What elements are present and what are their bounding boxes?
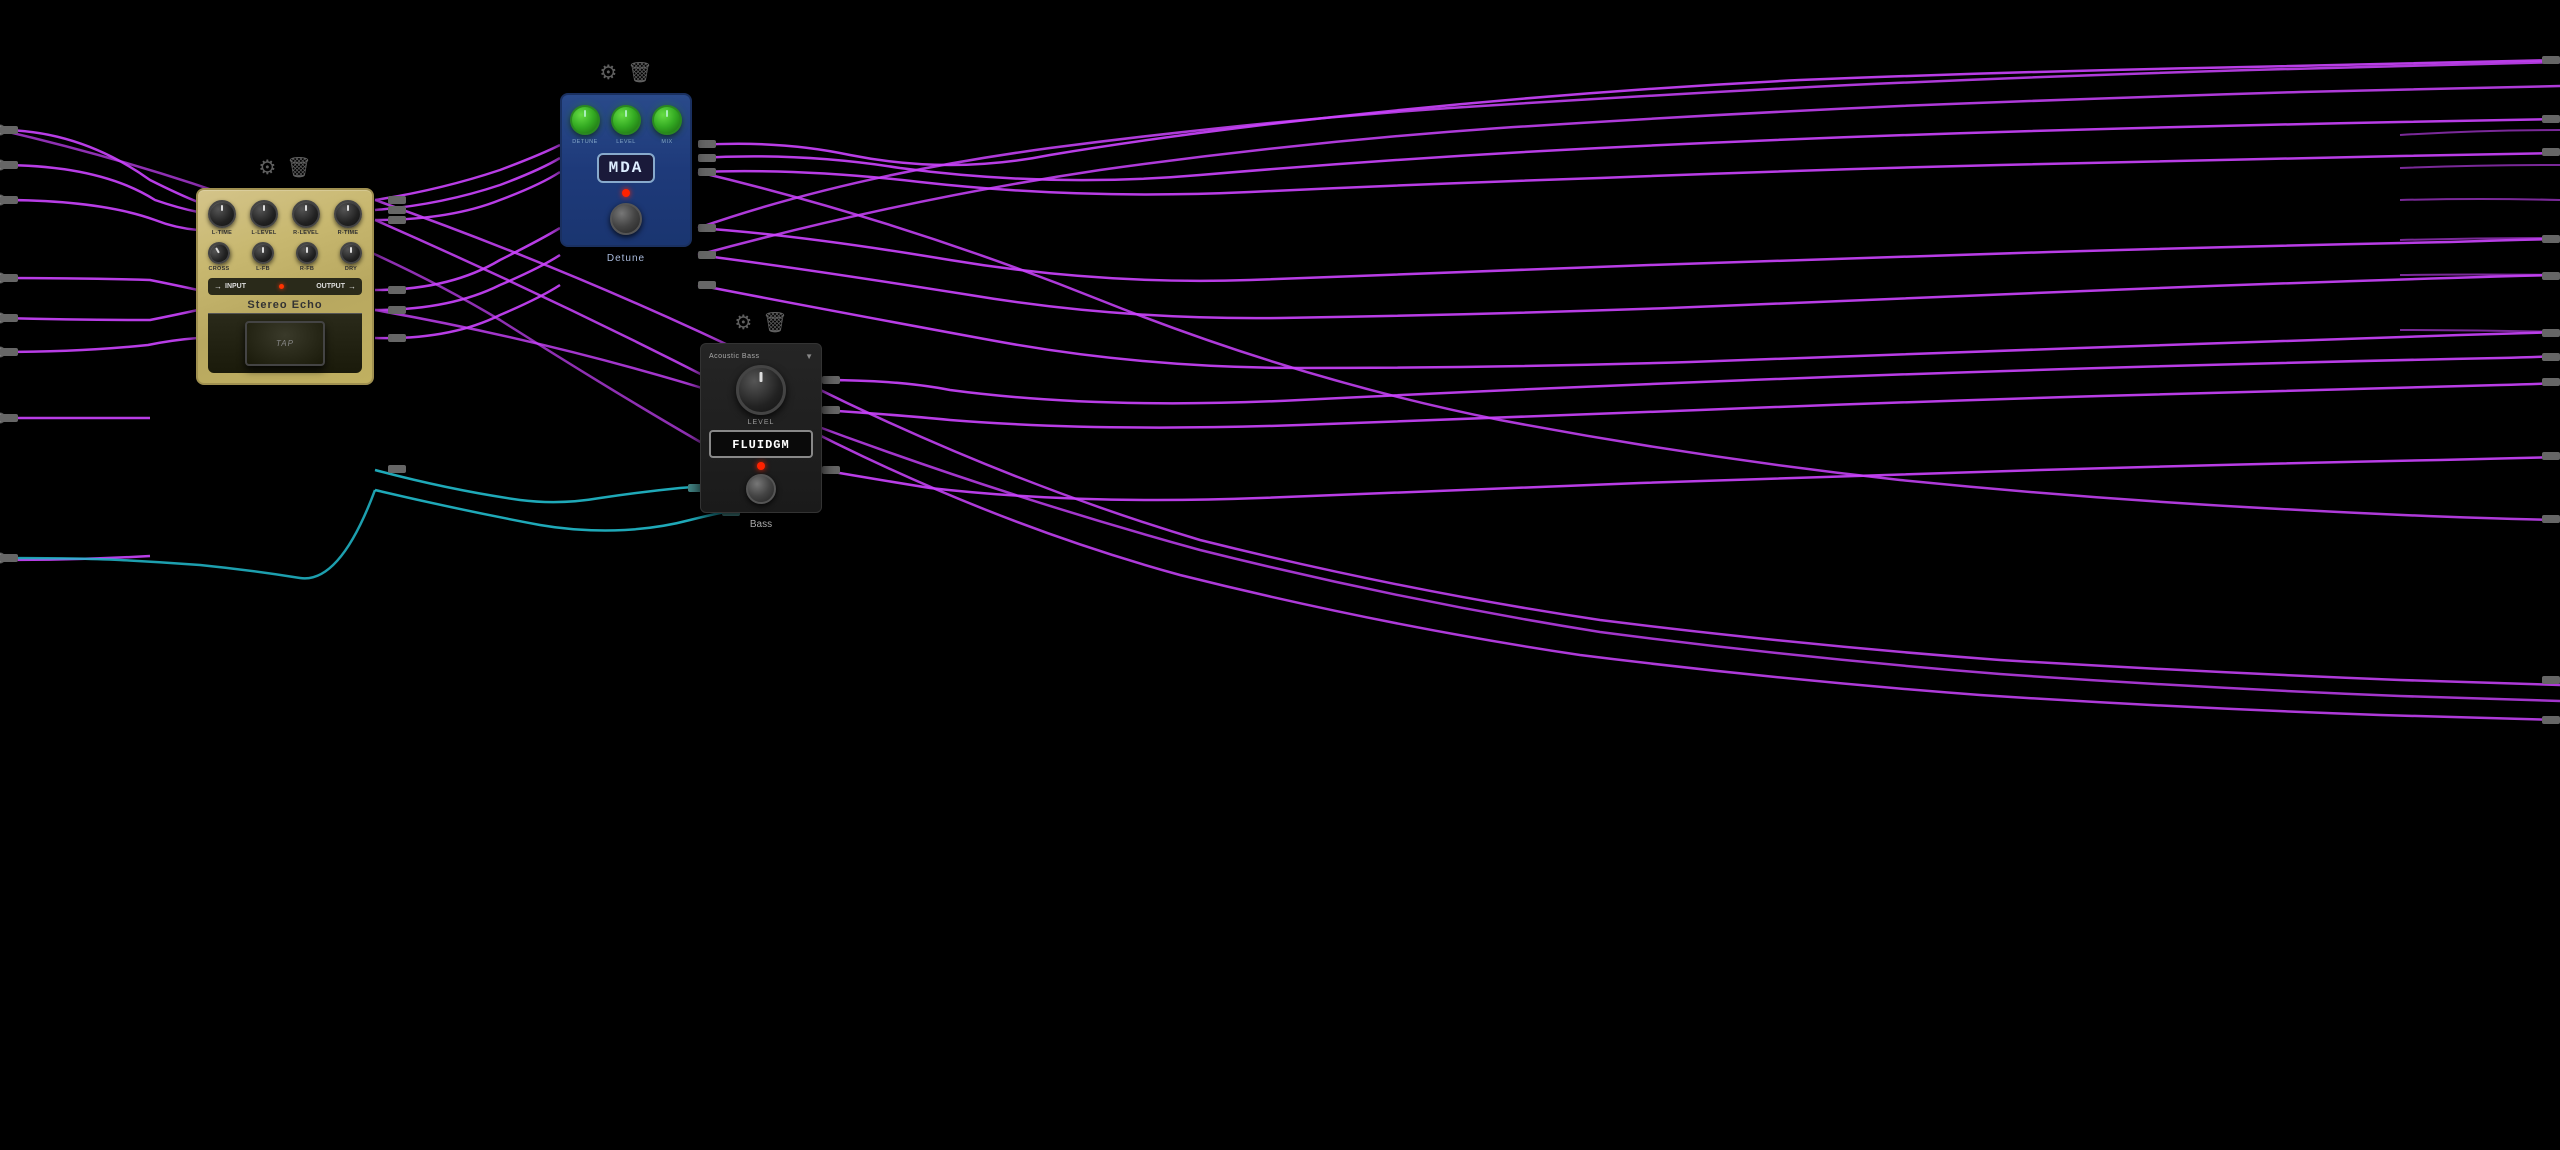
knob-cross[interactable]: [204, 238, 234, 268]
knob-group-l-time: L-TIME: [208, 200, 236, 236]
bass-level-label: LEVEL: [709, 419, 813, 426]
detune-settings-icon[interactable]: ⚙: [599, 60, 617, 85]
echo-led: [279, 284, 284, 289]
stereo-echo-bottom-knobs: CROSS L-FB R-FB DRY: [208, 242, 362, 272]
knob-r-level[interactable]: [292, 200, 320, 228]
echo-footswitch-area: TAP: [208, 313, 362, 373]
detune-body: DETUNE LEVEL MIX MDA: [560, 93, 692, 247]
stereo-echo-top-knobs: L-TIME L-LEVEL R-LEVEL R-TIME: [208, 200, 362, 236]
knob-r-time[interactable]: [334, 200, 362, 228]
knob-detune-label: DETUNE: [572, 139, 598, 145]
knob-group-l-level: L-LEVEL: [250, 200, 278, 236]
detune-led: [622, 189, 630, 197]
input-text: INPUT: [225, 283, 246, 290]
bass-name-label: Bass: [750, 519, 772, 530]
fluidgm-brand-text: FLUIDGM: [732, 438, 789, 452]
knob-l-time-label: L-TIME: [212, 230, 232, 236]
knob-r-fb[interactable]: [296, 242, 318, 264]
knob-group-detune-level: LEVEL: [611, 105, 641, 145]
knob-group-dry: DRY: [340, 242, 362, 272]
detune-name-label: Detune: [607, 253, 645, 264]
knob-r-fb-label: R-FB: [300, 266, 314, 272]
knob-group-detune: DETUNE: [570, 105, 600, 145]
bass-footknob[interactable]: [746, 474, 776, 504]
stereo-echo-title: Stereo Echo: [208, 299, 362, 311]
stereo-echo-body: L-TIME L-LEVEL R-LEVEL R-TIME CROSS: [196, 188, 374, 385]
bass-settings-icon[interactable]: ⚙: [734, 310, 752, 335]
knob-cross-label: CROSS: [208, 266, 229, 272]
knob-l-time[interactable]: [208, 200, 236, 228]
fluidgm-badge: FLUIDGM: [709, 430, 813, 458]
mda-detune-pedal: ⚙ 🗑 DETUNE LEVEL MIX MDA De: [560, 60, 692, 264]
knob-detune-mix[interactable]: [652, 105, 682, 135]
bass-preset-arrow-icon[interactable]: ▼: [805, 352, 813, 361]
bass-header: Acoustic Bass ▼: [709, 352, 813, 361]
output-text: OUTPUT: [316, 283, 345, 290]
knob-dry-label: DRY: [345, 266, 357, 272]
knob-group-l-fb: L-FB: [252, 242, 274, 272]
knob-group-detune-mix: MIX: [652, 105, 682, 145]
knob-group-r-time: R-TIME: [334, 200, 362, 236]
stereo-echo-toolbar: ⚙ 🗑: [258, 155, 311, 180]
knob-group-r-level: R-LEVEL: [292, 200, 320, 236]
echo-input-output-section: → INPUT OUTPUT →: [208, 278, 362, 295]
tap-button[interactable]: TAP: [245, 321, 325, 366]
bass-body: Acoustic Bass ▼ LEVEL FLUIDGM: [700, 343, 822, 513]
echo-input-label: → INPUT: [214, 282, 246, 291]
knob-group-r-fb: R-FB: [296, 242, 318, 272]
fluidgm-bass-pedal: ⚙ 🗑 Acoustic Bass ▼ LEVEL FLUIDGM Bass: [700, 310, 822, 530]
mda-badge: MDA: [597, 153, 656, 183]
bass-level-knob[interactable]: [736, 365, 786, 415]
knob-r-time-label: R-TIME: [338, 230, 359, 236]
knob-l-fb-label: L-FB: [256, 266, 270, 272]
detune-toolbar: ⚙ 🗑: [599, 60, 652, 85]
knob-r-level-label: R-LEVEL: [293, 230, 319, 236]
detune-footknob[interactable]: [610, 203, 642, 235]
bass-delete-icon[interactable]: 🗑: [762, 310, 787, 335]
bass-preset-name: Acoustic Bass: [709, 353, 759, 360]
stereo-echo-pedal: ⚙ 🗑 L-TIME L-LEVEL R-LEVEL R-TIME: [196, 155, 374, 385]
knob-dry[interactable]: [340, 242, 362, 264]
knob-detune-mix-label: MIX: [661, 139, 672, 145]
knob-l-level[interactable]: [250, 200, 278, 228]
detune-knobs-row: DETUNE LEVEL MIX: [570, 105, 682, 145]
knob-group-cross: CROSS: [208, 242, 230, 272]
stereo-echo-settings-icon[interactable]: ⚙: [258, 155, 276, 180]
knob-detune-level[interactable]: [611, 105, 641, 135]
knob-l-level-label: L-LEVEL: [251, 230, 276, 236]
input-arrow-icon: →: [214, 282, 222, 291]
knob-detune-level-label: LEVEL: [616, 139, 636, 145]
knob-detune[interactable]: [570, 105, 600, 135]
echo-output-label: OUTPUT →: [316, 282, 356, 291]
mda-brand-text: MDA: [609, 159, 644, 177]
knob-l-fb[interactable]: [252, 242, 274, 264]
bass-led: [757, 462, 765, 470]
tap-label: TAP: [276, 339, 294, 348]
detune-delete-icon[interactable]: 🗑: [627, 60, 652, 85]
stereo-echo-delete-icon[interactable]: 🗑: [286, 155, 311, 180]
output-arrow-icon: →: [348, 282, 356, 291]
bass-toolbar: ⚙ 🗑: [734, 310, 787, 335]
